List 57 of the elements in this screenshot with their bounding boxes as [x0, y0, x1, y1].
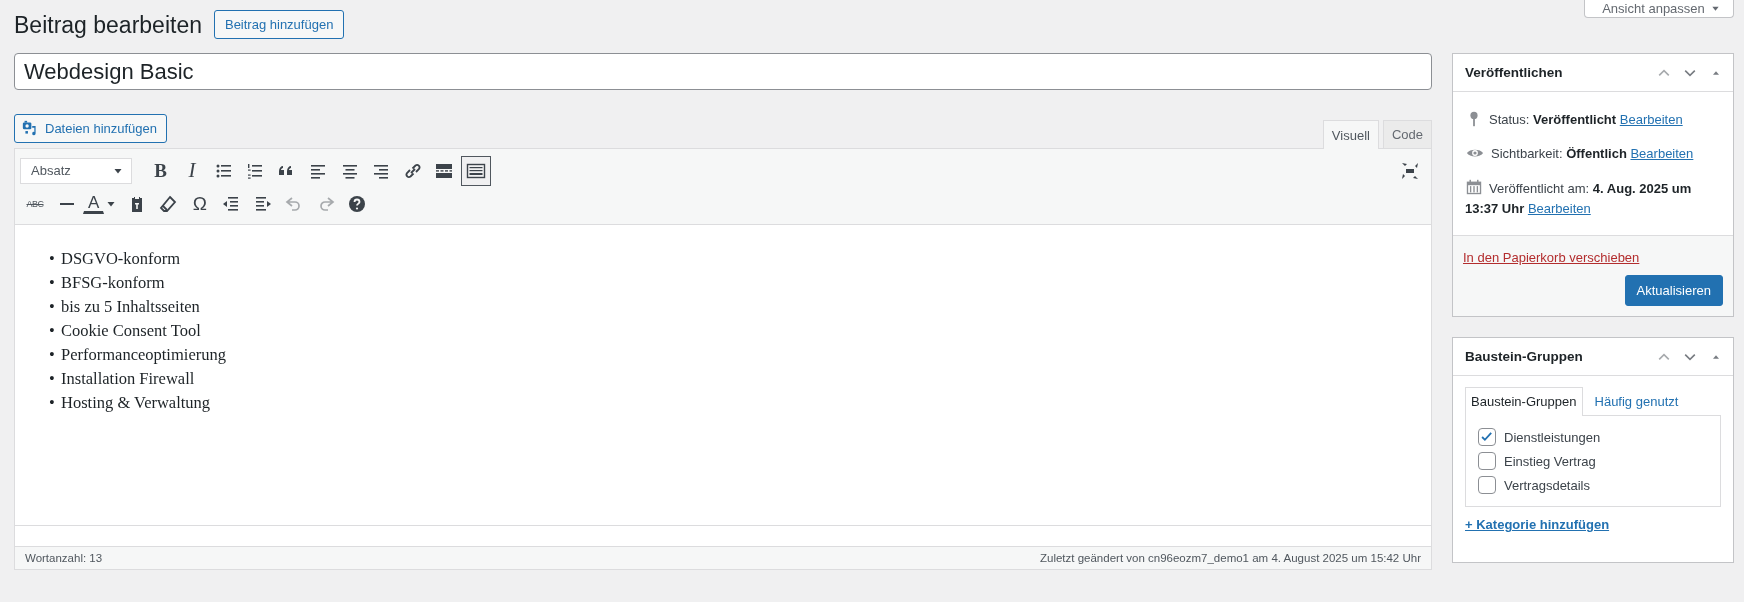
- screen-options-button[interactable]: Ansicht anpassen: [1584, 0, 1734, 18]
- page-title: Beitrag bearbeiten: [14, 11, 202, 40]
- checkbox-label: Dienstleistungen: [1504, 429, 1601, 445]
- bullet: •: [49, 296, 56, 318]
- list-item: BFSG-konform: [61, 272, 165, 294]
- list-item: bis zu 5 Inhaltsseiten: [61, 296, 200, 318]
- edit-link[interactable]: Bearbeiten: [1527, 201, 1591, 216]
- clear-formatting-icon: [158, 193, 179, 214]
- media-icon: [22, 120, 39, 137]
- horizontal-line-icon: [59, 202, 74, 205]
- italic-button[interactable]: I: [177, 155, 207, 186]
- checkbox-label: Vertragsdetails: [1504, 477, 1590, 493]
- category-tab[interactable]: Häufig genutzt: [1588, 387, 1685, 416]
- list-item: Cookie Consent Tool: [61, 320, 201, 342]
- trash-link[interactable]: In den Papierkorb verschieben: [1463, 250, 1723, 265]
- checkbox-label: Einstieg Vertrag: [1504, 453, 1596, 469]
- help-icon: [347, 193, 368, 214]
- category-tab[interactable]: Baustein-Gruppen: [1465, 387, 1583, 416]
- bullet: •: [49, 320, 56, 342]
- checkbox[interactable]: [1478, 476, 1496, 494]
- edit-link[interactable]: Bearbeiten: [1619, 112, 1683, 127]
- calendar-icon: [1465, 178, 1483, 196]
- strikethrough-button[interactable]: ABC: [20, 188, 50, 219]
- post-title-field[interactable]: Webdesign Basic: [14, 53, 1432, 90]
- bold-button[interactable]: B: [145, 155, 176, 186]
- special-character-button[interactable]: Ω: [184, 188, 215, 219]
- list-item: DSGVO-konform: [61, 248, 181, 270]
- editor-tab[interactable]: Visuell: [1322, 120, 1379, 149]
- caret-icon: [1710, 4, 1720, 13]
- bullet: •: [49, 272, 56, 294]
- add-media-button[interactable]: Dateien hinzufügen: [14, 114, 168, 143]
- checkbox[interactable]: [1478, 428, 1496, 446]
- text-color-button[interactable]: A: [83, 193, 105, 214]
- check-icon: [1480, 430, 1494, 444]
- last-edited-text: Zuletzt geändert von cn96eozm7_demo1 am 4. August 2025 um 15:42 Uhr: [1039, 552, 1421, 564]
- panel-title: Veröffentlichen: [1465, 65, 1564, 80]
- format-select[interactable]: Absatz: [20, 157, 132, 184]
- add-post-button[interactable]: Beitrag hinzufügen: [213, 10, 345, 39]
- fullscreen-icon: [1400, 160, 1420, 181]
- panel-title: Baustein-Gruppen: [1465, 349, 1584, 364]
- status-text: Status: Veröffentlicht Bearbeiten: [1489, 111, 1683, 129]
- edit-link[interactable]: Bearbeiten: [1630, 146, 1694, 161]
- visibility-text: Sichtbarkeit: Öffentlich Bearbeiten: [1491, 145, 1694, 163]
- bullet: •: [49, 248, 56, 270]
- bullet: •: [49, 392, 56, 414]
- publish-date-text: Veröffentlicht am: 4. Aug. 2025 um 13:37 Uhr Bearbeiten: [1465, 170, 1700, 225]
- bullet: •: [49, 344, 56, 366]
- add-category-link[interactable]: + Kategorie hinzufügen: [1465, 517, 1610, 532]
- list-item: Installation Firewall: [61, 368, 195, 390]
- list-item: Performanceoptimierung: [61, 344, 226, 366]
- update-button[interactable]: Aktualisieren: [1624, 275, 1723, 306]
- editor-tab[interactable]: Code: [1382, 120, 1432, 148]
- checkbox[interactable]: [1478, 452, 1496, 470]
- word-count: Wortanzahl: 13: [25, 552, 103, 564]
- toolbar-toggle-button[interactable]: [460, 155, 491, 186]
- list-item: Hosting & Verwaltung: [61, 392, 211, 414]
- bullet: •: [49, 368, 56, 390]
